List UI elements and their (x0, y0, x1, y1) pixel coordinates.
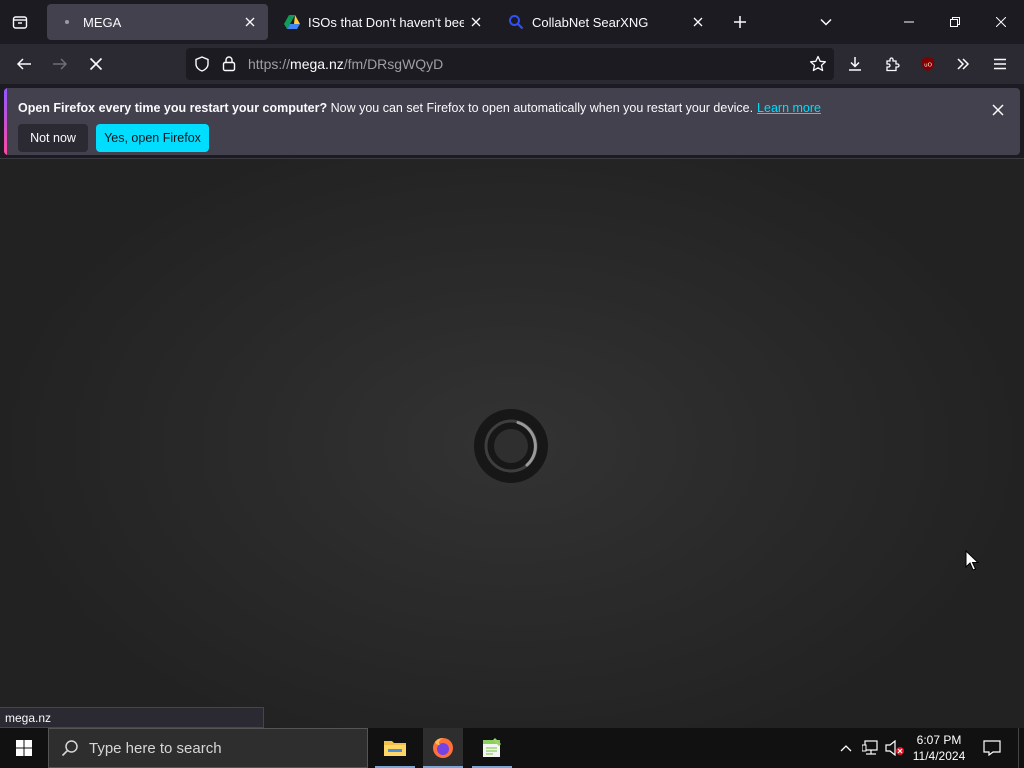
tab-mega[interactable]: MEGA (47, 4, 268, 40)
navigation-toolbar: https://mega.nz/fm/DRsgWQyD uO (0, 44, 1024, 84)
extensions-button[interactable] (876, 48, 908, 80)
spinner-icon (484, 419, 538, 473)
tab-searxng[interactable]: CollabNet SearXNG (496, 4, 716, 40)
windows-taskbar: Type here to search 6:07 PM 11/4/2024 (0, 728, 1024, 768)
volume-tray-icon[interactable] (884, 728, 906, 768)
new-tab-button[interactable] (724, 6, 756, 38)
volume-muted-icon (885, 740, 904, 756)
shield-icon[interactable] (194, 56, 210, 77)
open-firefox-button[interactable]: Yes, open Firefox (96, 124, 209, 152)
minimize-button[interactable] (886, 0, 932, 44)
close-tab-icon[interactable] (464, 10, 488, 34)
action-center-button[interactable] (978, 728, 1006, 768)
browser-window: MEGA ISOs that Don't haven't been up Col… (0, 0, 1024, 768)
close-notification-button[interactable] (986, 98, 1010, 122)
minimize-icon (904, 21, 914, 23)
url-host: mega.nz (290, 56, 344, 72)
notification-icon (983, 740, 1001, 756)
network-icon (862, 740, 878, 755)
notification-title: Open Firefox every time you restart your… (18, 101, 328, 115)
show-desktop-button[interactable] (1018, 728, 1024, 768)
start-button[interactable] (0, 728, 48, 768)
clock-time: 6:07 PM (916, 733, 962, 747)
restore-button[interactable] (932, 0, 978, 44)
page-content (0, 158, 1024, 728)
firefox-taskbar-button[interactable] (423, 728, 463, 768)
notification-text: Now you can set Firefox to open automati… (330, 101, 754, 115)
back-button[interactable] (8, 48, 40, 80)
windows-logo-icon (16, 740, 32, 756)
loading-spinner (474, 409, 548, 483)
url-path: /fm/DRsgWQyD (343, 56, 444, 72)
loading-dot-icon (59, 14, 75, 30)
search-placeholder: Type here to search (89, 739, 222, 757)
firefox-view-button[interactable] (4, 6, 36, 38)
restore-icon (950, 17, 960, 27)
tab-title: ISOs that Don't haven't been up (308, 14, 464, 30)
stop-icon (89, 57, 103, 71)
arrow-left-icon (16, 58, 31, 70)
show-hidden-icons-button[interactable] (836, 728, 856, 768)
close-icon (996, 17, 1006, 27)
chevron-up-icon (840, 745, 852, 752)
svg-text:uO: uO (924, 63, 932, 69)
chevron-double-right-icon (957, 58, 970, 70)
ublock-icon: uO (922, 57, 934, 71)
tab-title: MEGA (83, 14, 122, 30)
learn-more-link[interactable]: Learn more (757, 101, 821, 115)
bookmark-star-icon[interactable] (808, 54, 828, 74)
close-icon (992, 104, 1004, 116)
folder-icon (384, 741, 406, 756)
clock-date: 11/4/2024 (912, 749, 966, 763)
mouse-cursor-icon (965, 550, 979, 571)
app-menu-button[interactable] (984, 48, 1016, 80)
plus-icon (734, 16, 746, 28)
downloads-button[interactable] (839, 48, 871, 80)
lock-icon[interactable] (222, 55, 236, 77)
ublock-origin-button[interactable]: uO (912, 48, 944, 80)
puzzle-icon (886, 57, 900, 72)
status-bar: mega.nz (0, 707, 264, 728)
taskbar-clock[interactable]: 6:07 PM 11/4/2024 (906, 732, 972, 764)
notification-accent (4, 88, 7, 155)
more-tools-button[interactable] (947, 48, 979, 80)
firefox-icon (433, 738, 453, 758)
download-icon (849, 57, 861, 71)
close-window-button[interactable] (978, 0, 1024, 44)
notepadpp-taskbar-button[interactable] (472, 728, 512, 768)
not-now-button[interactable]: Not now (18, 124, 88, 152)
file-explorer-taskbar-button[interactable] (375, 728, 415, 768)
chevron-down-icon (820, 18, 832, 26)
notification-bar: Open Firefox every time you restart your… (4, 88, 1020, 155)
url-prefix: https:// (248, 56, 291, 72)
search-icon (508, 14, 524, 30)
close-tab-icon[interactable] (238, 10, 262, 34)
taskbar-search-box[interactable]: Type here to search (48, 728, 368, 768)
url-text[interactable]: https://mega.nz/fm/DRsgWQyD (248, 56, 443, 72)
notepad-plus-plus-icon (483, 738, 501, 757)
tab-isos[interactable]: ISOs that Don't haven't been up (272, 4, 494, 40)
search-icon (61, 740, 78, 757)
network-tray-icon[interactable] (860, 728, 882, 768)
stop-button[interactable] (80, 48, 112, 80)
hamburger-menu-icon (994, 58, 1006, 70)
forward-button[interactable] (44, 48, 76, 80)
tab-strip: MEGA ISOs that Don't haven't been up Col… (0, 0, 1024, 44)
tab-title: CollabNet SearXNG (532, 14, 649, 30)
list-all-tabs-button[interactable] (810, 6, 842, 38)
url-bar[interactable]: https://mega.nz/fm/DRsgWQyD (186, 48, 834, 80)
arrow-right-icon (53, 58, 68, 70)
close-tab-icon[interactable] (686, 10, 710, 34)
google-drive-icon (284, 14, 300, 30)
notification-message: Open Firefox every time you restart your… (18, 101, 821, 115)
firefox-view-icon (12, 16, 28, 29)
